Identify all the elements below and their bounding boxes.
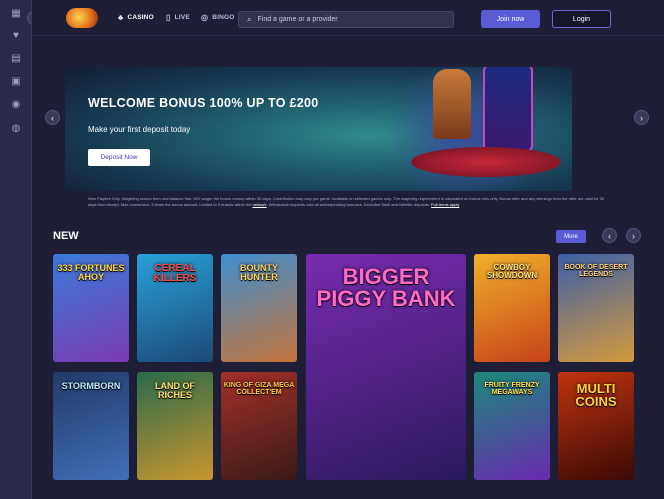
game-title: BIGGER PIGGY BANK (316, 264, 456, 311)
game-tile[interactable]: KING OF GIZA MEGA COLLECT'EM (221, 372, 297, 480)
games-prev-button[interactable]: ‹ (602, 228, 617, 243)
nav-casino-label: CASINO (127, 14, 154, 21)
search-icon: ⌕ (247, 14, 252, 24)
section-title: NEW (53, 230, 79, 242)
game-title: COWBOY SHOWDOWN (486, 263, 538, 280)
game-tile[interactable]: MULTI COINS (558, 372, 634, 480)
game-title: MULTI COINS (575, 381, 617, 409)
slot-machine-illustration (483, 67, 533, 153)
game-title: KING OF GIZA MEGA COLLECT'EM (223, 382, 295, 396)
game-tile[interactable]: CEREAL KILLERS (137, 254, 213, 362)
search-placeholder: Find a game or a provider (257, 16, 338, 23)
game-tile[interactable]: LAND OF RICHES (137, 372, 213, 480)
banner-prev-button[interactable]: ‹ (45, 110, 60, 125)
login-button[interactable]: Login (552, 10, 611, 28)
banner-subtitle: Make your first deposit today (88, 125, 191, 134)
game-title: CEREAL KILLERS (153, 263, 197, 284)
more-button[interactable]: More (556, 230, 586, 243)
game-tile[interactable]: BOOK OF DESERT LEGENDS (558, 254, 634, 362)
nav-bingo-label: BINGO (212, 14, 235, 21)
games-next-button[interactable]: › (626, 228, 641, 243)
terms-body-2: . Withdrawal requests void all active/pe… (266, 201, 430, 207)
game-title: LAND OF RICHES (155, 381, 195, 400)
banner-title: WELCOME BONUS 100% UP TO £200 (88, 96, 319, 110)
terms-network-link[interactable]: network (253, 202, 267, 207)
game-tile[interactable]: BIGGER PIGGY BANK (306, 254, 466, 480)
sidebar: ▦ ♥ ▤ ▣ ◉ ◍ (0, 0, 32, 499)
game-tile[interactable]: STORMBORN (53, 372, 129, 480)
game-tile[interactable]: 333 FORTUNES AHOY (53, 254, 129, 362)
gift-icon[interactable]: ▣ (8, 73, 24, 89)
nav-casino[interactable]: ♣ CASINO (118, 13, 154, 22)
cowboy-illustration (433, 69, 471, 139)
game-title: BOUNTY HUNTER (240, 263, 278, 282)
game-tile[interactable]: COWBOY SHOWDOWN (474, 254, 550, 362)
game-title: STORMBORN (61, 381, 121, 391)
wallet-icon[interactable]: ▤ (8, 50, 24, 66)
game-title: 333 FORTUNES AHOY (57, 263, 125, 282)
game-title: FRUITY FRENZY MEGAWAYS (484, 382, 540, 396)
terms-text: New Players Only. Wagering occurs from r… (88, 196, 608, 207)
game-title: BOOK OF DESERT LEGENDS (564, 264, 628, 278)
game-tile[interactable]: BOUNTY HUNTER (221, 254, 297, 362)
heart-icon[interactable]: ♥ (8, 27, 24, 43)
search-input[interactable]: ⌕ Find a game or a provider (238, 11, 454, 28)
game-tile[interactable]: FRUITY FRENZY MEGAWAYS (474, 372, 550, 480)
banner-next-button[interactable]: › (634, 110, 649, 125)
grid-icon[interactable]: ▦ (8, 5, 24, 21)
join-now-button[interactable]: Join now (481, 10, 540, 28)
nav-bingo[interactable]: ◎ BINGO (201, 13, 235, 22)
spade-icon: ♣ (118, 13, 124, 22)
logo[interactable] (66, 8, 98, 28)
card-icon: ▯ (166, 13, 171, 22)
nav-live[interactable]: ▯ LIVE (166, 13, 190, 22)
shield-icon[interactable]: ◉ (8, 96, 24, 112)
chat-icon[interactable]: ◍ (8, 120, 24, 136)
chips-illustration (411, 147, 561, 177)
deposit-now-button[interactable]: Deposit Now (88, 149, 150, 166)
terms-full-link[interactable]: Full terms apply (431, 202, 459, 207)
bingo-icon: ◎ (201, 13, 209, 22)
nav-live-label: LIVE (174, 14, 190, 21)
